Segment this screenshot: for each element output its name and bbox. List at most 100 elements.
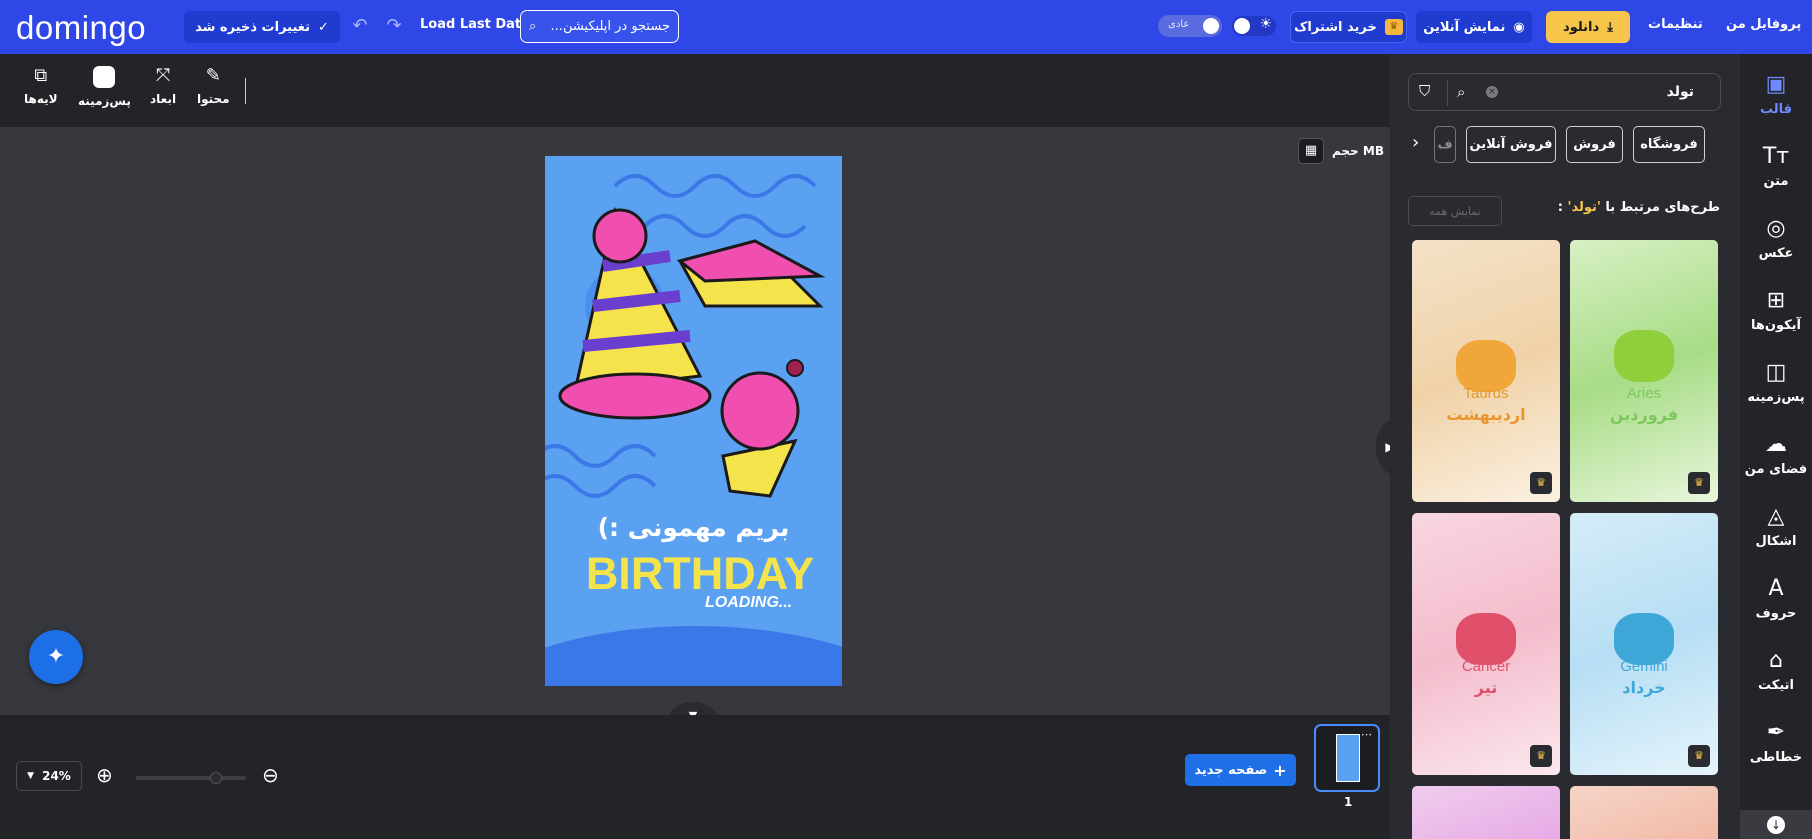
chip-sale[interactable]: فروش — [1566, 126, 1623, 163]
load-last-data-link[interactable]: Load Last Data — [420, 17, 530, 32]
settings-link[interactable]: تنظیمات — [1648, 17, 1703, 32]
rail-scroll-down[interactable]: ↓ — [1740, 810, 1812, 839]
show-all-button[interactable]: نمایش همه — [1408, 196, 1502, 226]
hat-pompom — [592, 208, 648, 264]
rail-item-text[interactable]: Tт متن — [1740, 136, 1812, 198]
template-card[interactable]: Aries فروردین ♛ — [1570, 240, 1718, 502]
mode-label: عادی — [1168, 19, 1190, 30]
template-card[interactable] — [1570, 786, 1718, 839]
premium-crown-icon: ♛ — [1530, 472, 1552, 494]
cherry — [786, 359, 804, 377]
bottom-wave — [545, 626, 842, 686]
chip-partial[interactable]: ف — [1434, 126, 1456, 163]
template-title-en: Cancer — [1461, 658, 1511, 675]
rail-item-background[interactable]: ◫ پس‌زمینه — [1740, 352, 1812, 414]
online-preview-button[interactable]: نمایش آنلاین ◉ — [1416, 11, 1532, 43]
template-search-input[interactable]: تولد × ⌕ ⛉ — [1408, 73, 1721, 111]
theme-toggle-knob — [1234, 18, 1250, 34]
chip-online-sale[interactable]: فروش آنلاین — [1466, 126, 1556, 163]
calculator-icon[interactable]: ▦ — [1298, 138, 1324, 164]
clear-search-icon[interactable]: × — [1486, 86, 1498, 98]
arrow-down-icon: ↓ — [1767, 815, 1785, 834]
layers-tool[interactable]: ⧉ لایه‌ها — [24, 65, 58, 107]
template-card[interactable] — [1412, 786, 1560, 839]
side-rail: ▣ قالب Tт متن ◎ عکس ⊞ آیکون‌ها ◫ پس‌زمین… — [1740, 54, 1812, 839]
content-tool[interactable]: ✎ محتوا — [197, 66, 230, 107]
rail-item-icons[interactable]: ⊞ آیکون‌ها — [1740, 280, 1812, 342]
search-icon[interactable]: ⌕ — [1457, 83, 1465, 101]
subscribe-button[interactable]: خرید اشتراک ♛ — [1290, 11, 1407, 43]
layers-icon: ⧉ — [34, 65, 48, 86]
app-search-input[interactable]: جستجو در اپلیکیشن... ⌕ — [520, 10, 679, 43]
template-title-fa: اردیبهشت — [1446, 405, 1526, 424]
magic-wand-button[interactable]: ✦ — [29, 630, 83, 684]
filter-icon[interactable]: ⛉ — [1419, 82, 1430, 100]
rail-item-label: اتیکت — [1758, 677, 1794, 693]
squiggle-top-2 — [643, 214, 807, 238]
redo-icon[interactable]: ↷ — [383, 15, 405, 37]
theme-toggle[interactable]: ☀ — [1232, 16, 1276, 36]
new-page-button[interactable]: صفحه جدید + — [1185, 754, 1296, 786]
subscribe-label: خرید اشتراک — [1294, 19, 1377, 35]
app-logo[interactable]: domingo — [16, 9, 146, 47]
page-thumbnail[interactable]: ⋯ — [1314, 724, 1380, 792]
top-bar: domingo تغییرات ذخیره شد ✓ ↶ ↷ Load Last… — [0, 0, 1812, 54]
rail-item-label: اشکال — [1755, 533, 1797, 549]
download-button[interactable]: دانلود ⤓ — [1546, 11, 1630, 43]
rail-item-calligraphy[interactable]: ✒ خطاطی — [1740, 712, 1812, 774]
rail-item-shapes[interactable]: ◬ اشکال — [1740, 496, 1812, 558]
new-page-label: صفحه جدید — [1194, 762, 1268, 778]
background-tool[interactable]: پس‌زمینه — [78, 66, 131, 108]
feather-icon: ✒ — [1766, 719, 1786, 745]
profile-link[interactable]: پروفایل من — [1726, 17, 1801, 32]
rail-item-my-space[interactable]: ☁ فضای من — [1740, 424, 1812, 486]
zoom-value: 24% — [42, 769, 71, 783]
crown-icon: ♛ — [1384, 19, 1403, 35]
design-birthday-text[interactable]: BIRTHDAY — [575, 548, 825, 600]
chevron-right-icon[interactable]: › — [1412, 132, 1419, 153]
rail-item-label: پس‌زمینه — [1747, 389, 1805, 405]
rail-item-label-tag[interactable]: ⌂ اتیکت — [1740, 640, 1812, 702]
premium-crown-icon: ♛ — [1688, 472, 1710, 494]
zoom-out-icon[interactable]: ⊖ — [262, 763, 279, 787]
undo-icon[interactable]: ↶ — [349, 15, 371, 37]
template-title-en: Aries — [1626, 385, 1662, 402]
aries-icon — [1614, 330, 1674, 382]
dimensions-tool[interactable]: ⤧ ابعاد — [150, 66, 176, 107]
design-canvas[interactable]: بریم مهمونی :) BIRTHDAY LOADING... — [545, 156, 842, 686]
template-title-fa: تیر — [1474, 678, 1498, 697]
zoom-slider-thumb[interactable] — [210, 772, 222, 784]
rail-item-label: حروف — [1755, 605, 1797, 621]
template-card[interactable]: Taurus اردیبهشت ♛ — [1412, 240, 1560, 502]
zoom-in-icon[interactable]: ⊕ — [96, 763, 113, 787]
ice-cream-scoop — [720, 371, 800, 451]
design-loading-text[interactable]: LOADING... — [705, 594, 792, 612]
search-divider — [1447, 80, 1448, 106]
squiggle-left — [545, 444, 657, 468]
rail-item-photo[interactable]: ◎ عکس — [1740, 208, 1812, 270]
hat-ruffle — [558, 372, 712, 420]
template-card[interactable]: Cancer تیر ♛ — [1412, 513, 1560, 775]
zoom-slider-fill — [136, 776, 210, 780]
zoom-slider[interactable] — [136, 772, 246, 784]
related-designs-title: طرح‌های مرتبط با 'تولد' : — [1558, 200, 1720, 215]
design-persian-text[interactable]: بریم مهمونی :) — [545, 513, 842, 542]
more-icon[interactable]: ⋯ — [1361, 728, 1372, 741]
save-status-button[interactable]: تغییرات ذخیره شد ✓ — [184, 11, 340, 43]
background-color-swatch — [93, 66, 116, 88]
rail-item-letters[interactable]: A حروف — [1740, 568, 1812, 630]
zoom-select[interactable]: ▼ 24% — [16, 761, 82, 791]
template-card[interactable]: Gemini خرداد ♛ — [1570, 513, 1718, 775]
rail-item-template[interactable]: ▣ قالب — [1740, 64, 1812, 126]
chip-store[interactable]: فروشگاه — [1633, 126, 1705, 163]
design-artwork — [545, 174, 842, 686]
plus-icon: + — [1273, 760, 1287, 780]
rail-item-label: فضای من — [1744, 461, 1808, 477]
rail-item-label: آیکون‌ها — [1750, 317, 1802, 333]
rail-item-label: عکس — [1758, 245, 1794, 261]
mode-toggle[interactable]: عادی — [1158, 15, 1222, 37]
letters-icon: A — [1768, 575, 1784, 601]
tag-icon: ⌂ — [1769, 647, 1783, 673]
background-tool-label: پس‌زمینه — [78, 94, 131, 108]
chevron-down-icon: ▼ — [27, 771, 35, 781]
